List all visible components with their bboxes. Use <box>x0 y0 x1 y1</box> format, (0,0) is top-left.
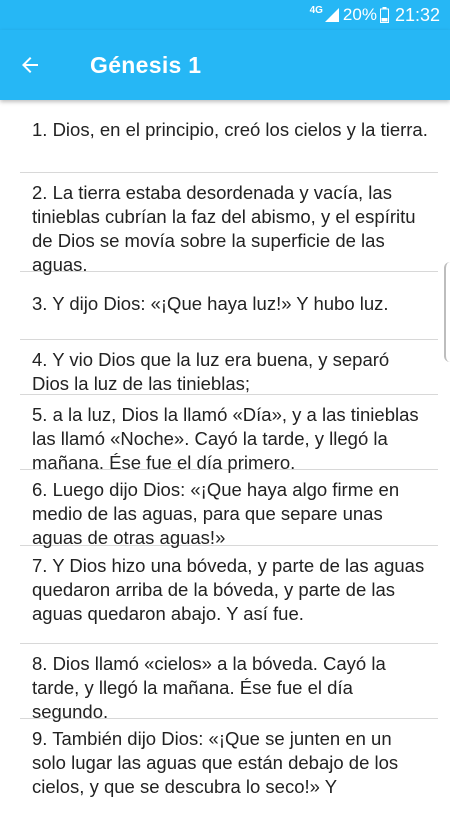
status-bar: 4G 20% 21:32 <box>0 0 450 30</box>
app-bar: Génesis 1 <box>0 30 450 100</box>
scroll-indicator[interactable] <box>444 262 450 362</box>
signal-icon <box>324 8 339 22</box>
verse-item[interactable]: 7. Y Dios hizo una bóveda, y parte de la… <box>20 546 438 644</box>
battery-percent: 20% <box>342 5 377 24</box>
network-type: 4G <box>309 4 323 16</box>
back-button[interactable] <box>0 30 60 100</box>
verse-item[interactable]: 1. Dios, en el principio, creó los cielo… <box>20 110 438 173</box>
verse-item[interactable]: 4. Y vio Dios que la luz era buena, y se… <box>20 340 438 395</box>
clock: 21:32 <box>394 4 440 25</box>
verse-item[interactable]: 8. Dios llamó «cielos» a la bóveda. Cayó… <box>20 644 438 722</box>
verse-item[interactable]: 5. a la luz, Dios la llamó «Día», y a la… <box>20 395 438 473</box>
verse-item[interactable]: 9. También dijo Dios: «¡Que se junten en… <box>20 719 438 819</box>
verse-list[interactable]: 1. Dios, en el principio, creó los cielo… <box>20 110 438 819</box>
verse-item[interactable]: 6. Luego dijo Dios: «¡Que haya algo firm… <box>20 470 438 548</box>
arrow-left-icon <box>22 57 38 73</box>
verse-item[interactable]: 3. Y dijo Dios: «¡Que haya luz!» Y hubo … <box>20 272 438 340</box>
page-title: Génesis 1 <box>90 51 202 78</box>
battery-icon <box>379 7 389 23</box>
verse-item[interactable]: 2. La tierra estaba desordenada y vacía,… <box>20 173 438 275</box>
